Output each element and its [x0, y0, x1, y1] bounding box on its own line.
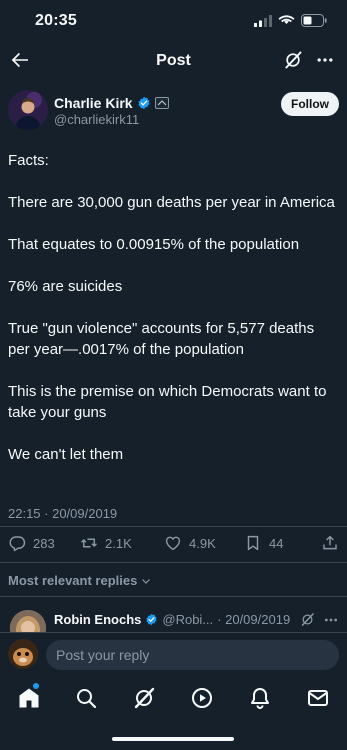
more-icon[interactable] — [315, 50, 335, 70]
author-handle[interactable]: @charliekirk11 — [54, 112, 139, 127]
repost-icon — [80, 538, 98, 548]
divider — [0, 596, 347, 597]
follow-button[interactable]: Follow — [281, 92, 339, 116]
post-paragraph: There are 30,000 gun deaths per year in … — [8, 194, 335, 211]
share-icon — [323, 535, 337, 550]
wifi-icon — [278, 14, 295, 24]
verified-badge-icon — [138, 96, 150, 110]
repost-count: 2.1K — [105, 535, 132, 551]
post-paragraph: Facts: — [8, 152, 49, 169]
chevron-down-icon — [142, 578, 151, 584]
divider — [0, 526, 347, 527]
status-icons — [254, 14, 327, 27]
reply-item[interactable]: Robin Enochs @Robi... · 20/09/2019 — [0, 604, 347, 632]
grok-icon[interactable] — [300, 612, 315, 627]
post-author: Charlie Kirk @charliekirk11 Follow — [8, 90, 339, 136]
replies-sort-label: Most relevant replies — [8, 573, 138, 588]
reply-button[interactable]: 283 — [8, 534, 55, 552]
replies-sort-toggle[interactable]: Most relevant replies — [8, 573, 152, 588]
heart-icon — [165, 536, 181, 551]
search-icon[interactable] — [74, 686, 98, 710]
bookmark-button[interactable]: 44 — [244, 534, 283, 552]
home-icon[interactable] — [17, 686, 41, 710]
reply-header: Robin Enochs @Robi... · 20/09/2019 — [54, 612, 290, 627]
post-timestamp: 22:15 · 20/09/2019 — [8, 506, 118, 521]
bottom-tab-bar — [0, 678, 347, 718]
home-indicator — [112, 737, 234, 741]
play-icon[interactable] — [190, 686, 214, 710]
reply-avatar[interactable] — [10, 610, 46, 632]
reply-icon — [9, 536, 26, 552]
reply-input[interactable] — [46, 640, 339, 670]
reply-count: 283 — [33, 535, 55, 551]
user-avatar-image — [8, 639, 38, 669]
user-avatar[interactable] — [8, 639, 38, 669]
post-actions: 283 2.1K 4.9K 44 — [0, 534, 347, 556]
reply-author-name[interactable]: Robin Enochs — [54, 612, 141, 627]
repost-button[interactable]: 2.1K — [80, 534, 132, 552]
status-bar: 20:35 — [0, 0, 347, 44]
reply-date: · 20/09/2019 — [217, 612, 291, 627]
divider — [0, 562, 347, 563]
verified-badge-icon — [146, 613, 157, 626]
bell-icon[interactable] — [248, 686, 272, 710]
mail-icon[interactable] — [306, 686, 330, 710]
more-icon[interactable] — [323, 612, 339, 628]
post-paragraph: This is the premise on which Democrats w… — [8, 383, 327, 421]
bookmark-count: 44 — [269, 535, 284, 551]
status-time: 20:35 — [35, 12, 77, 29]
bookmark-icon — [247, 535, 259, 551]
cellular-signal-icon — [254, 14, 272, 27]
grok-icon[interactable] — [283, 50, 303, 70]
reply-author-handle[interactable]: @Robi... — [162, 612, 213, 627]
post-paragraph: True "gun violence" accounts for 5,577 d… — [8, 320, 315, 358]
post-paragraph: That equates to 0.00915% of the populati… — [8, 236, 300, 253]
notification-dot — [33, 683, 39, 689]
nav-bar: Post — [0, 44, 347, 80]
reply-avatar-image — [10, 610, 46, 632]
share-button[interactable] — [321, 534, 339, 552]
author-name-row: Charlie Kirk — [54, 95, 169, 111]
post-paragraph: 76% are suicides — [8, 278, 123, 295]
affiliation-badge-icon[interactable] — [154, 97, 169, 109]
like-button[interactable]: 4.9K — [164, 534, 216, 552]
author-name[interactable]: Charlie Kirk — [54, 95, 133, 111]
reply-composer — [0, 632, 347, 678]
like-count: 4.9K — [189, 535, 216, 551]
battery-icon — [301, 14, 327, 27]
post-paragraph: We can't let them — [8, 446, 124, 463]
post-text: Facts: There are 30,000 gun deaths per y… — [8, 150, 339, 486]
author-avatar-image — [8, 90, 48, 130]
grok-icon[interactable] — [132, 686, 156, 710]
author-avatar[interactable] — [8, 90, 48, 130]
